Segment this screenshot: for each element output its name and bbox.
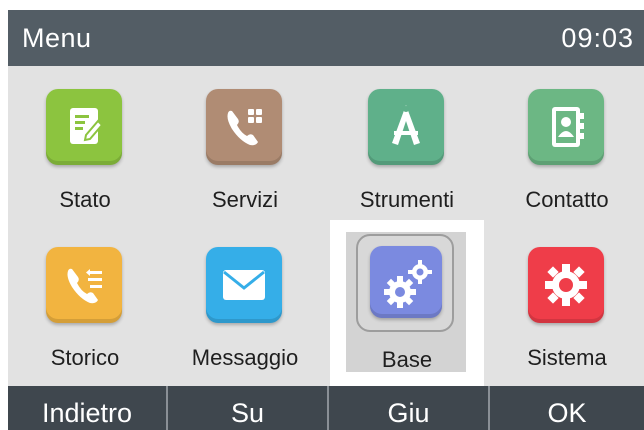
phone-services-icon — [206, 89, 282, 165]
envelope-icon — [206, 247, 282, 323]
menu-item-storico[interactable]: Storico — [8, 224, 162, 380]
menu-item-strumenti[interactable]: Strumenti — [330, 66, 484, 222]
menu-item-stato[interactable]: Stato — [8, 66, 162, 222]
system-gear-icon — [528, 247, 604, 323]
gears-icon — [370, 246, 442, 318]
page-title: Menu — [22, 23, 92, 53]
menu-item-label: Storico — [50, 345, 120, 370]
title-bar: Menu 09:03 — [8, 10, 644, 66]
menu-item-contatto[interactable]: Contatto — [490, 66, 644, 222]
contact-book-icon — [528, 89, 604, 165]
menu-item-messaggio[interactable]: Messaggio — [168, 224, 322, 380]
status-doc-icon — [46, 89, 122, 165]
up-softkey[interactable]: Su — [168, 386, 329, 430]
menu-item-label: Base — [381, 347, 433, 372]
menu-item-label: Stato — [59, 187, 111, 212]
tools-icon — [368, 89, 444, 165]
menu-item-label: Messaggio — [191, 345, 299, 370]
menu-item-label: Contatto — [525, 187, 609, 212]
menu-item-base[interactable]: Base — [330, 220, 484, 386]
down-softkey[interactable]: Giu — [329, 386, 490, 430]
menu-item-sistema[interactable]: Sistema — [490, 224, 644, 380]
back-softkey[interactable]: Indietro — [8, 386, 168, 430]
menu-item-servizi[interactable]: Servizi — [168, 66, 322, 222]
menu-item-label: Strumenti — [359, 187, 455, 212]
menu-item-label: Servizi — [211, 187, 278, 212]
phone-screen: Menu 09:03 Stato Servizi Strumenti Conta… — [8, 10, 644, 430]
clock: 09:03 — [561, 23, 634, 53]
softkey-bar: Indietro Su Giu OK — [8, 386, 644, 430]
call-history-icon — [46, 247, 122, 323]
menu-item-label: Sistema — [527, 345, 607, 370]
menu-grid: Stato Servizi Strumenti Contatto Storico… — [8, 66, 644, 386]
ok-softkey[interactable]: OK — [490, 386, 644, 430]
